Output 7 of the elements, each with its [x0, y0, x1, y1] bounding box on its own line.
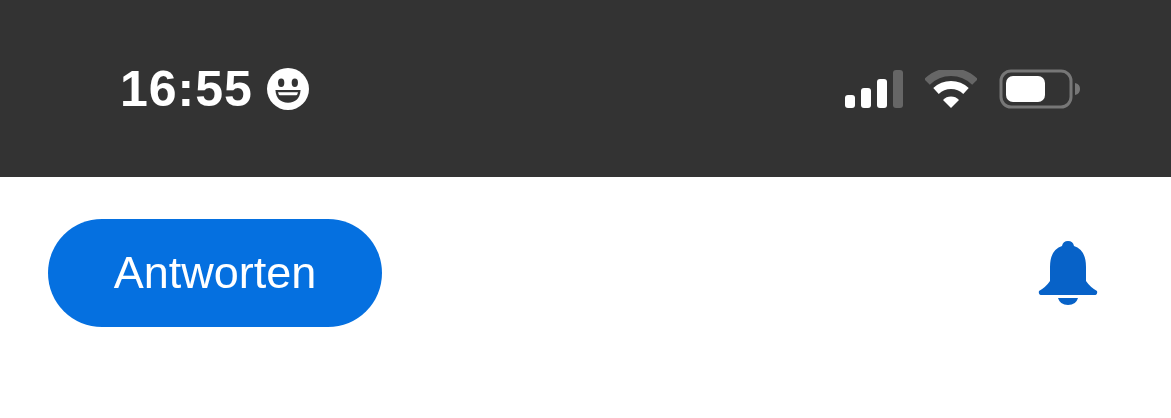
- reply-button[interactable]: Antworten: [48, 219, 382, 327]
- signal-icon: [845, 69, 903, 108]
- status-time: 16:55: [120, 59, 253, 118]
- wifi-icon: [925, 69, 977, 108]
- bell-icon[interactable]: [1038, 241, 1098, 305]
- battery-icon: [999, 68, 1081, 109]
- smiley-icon: [266, 67, 309, 110]
